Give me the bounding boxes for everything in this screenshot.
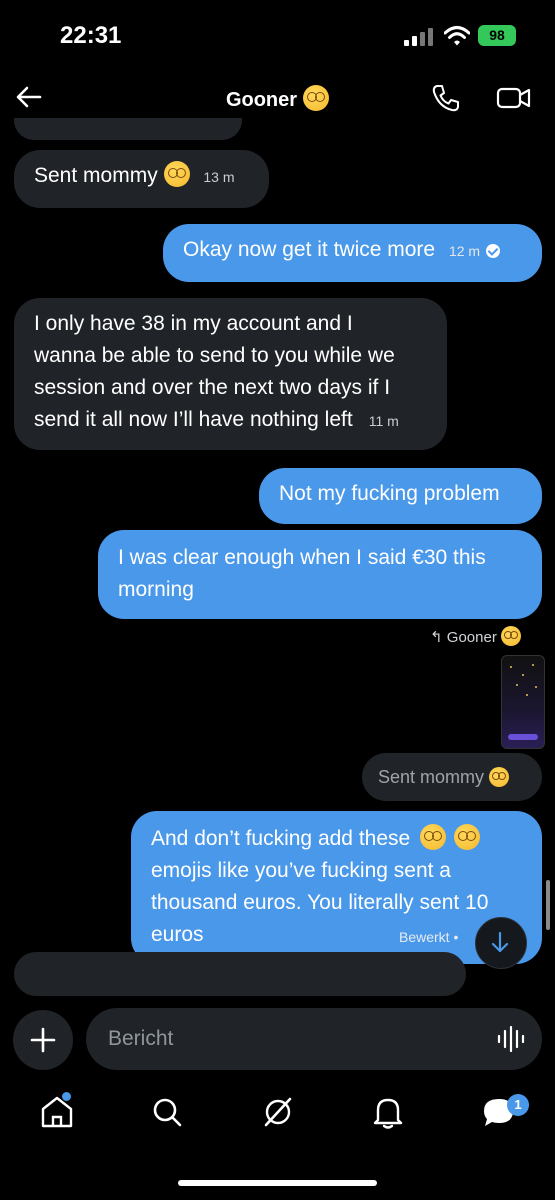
battery-icon: 98: [478, 25, 516, 46]
plus-icon: [30, 1027, 56, 1053]
message-text: Sent mommy: [34, 164, 158, 187]
dizzy-face-emoji-icon: [501, 626, 521, 646]
arrow-down-icon: [491, 931, 509, 953]
cellular-signal-icon: [404, 28, 434, 46]
message-incoming[interactable]: Sent mommy 13 m: [14, 150, 269, 208]
media-thumbnail[interactable]: [501, 655, 545, 749]
contact-name: Gooner: [225, 89, 298, 111]
message-timestamp: 11 m: [368, 413, 399, 429]
home-indicator[interactable]: [178, 1180, 377, 1186]
bell-icon[interactable]: [368, 1092, 408, 1132]
reply-arrow-icon: ↰: [430, 629, 443, 646]
home-icon[interactable]: [37, 1092, 77, 1132]
message-line: euros: [151, 923, 204, 946]
grok-icon[interactable]: [258, 1092, 298, 1132]
messages-badge: 1: [507, 1094, 529, 1116]
voice-message-icon[interactable]: [496, 1025, 526, 1053]
scroll-to-bottom-button[interactable]: [475, 917, 527, 969]
search-icon[interactable]: [147, 1092, 187, 1132]
edited-label: Bewerkt •: [399, 929, 459, 945]
message-incoming[interactable]: Sent mommy: [362, 753, 542, 801]
status-time: 22:31: [60, 22, 122, 49]
message-incoming-partial: [14, 952, 466, 996]
message-line: I was clear enough when I said €30 this: [118, 546, 486, 569]
message-line: morning: [118, 578, 194, 601]
dizzy-face-emoji-icon: [163, 161, 190, 187]
message-outgoing[interactable]: Okay now get it twice more 12 m: [163, 224, 542, 282]
previous-message-edge: [14, 118, 242, 140]
message-input-placeholder: Bericht: [108, 1027, 174, 1050]
add-attachment-button[interactable]: [13, 1010, 73, 1070]
message-outgoing[interactable]: I was clear enough when I said €30 this …: [98, 530, 542, 619]
message-line: emojis like you’ve fucking sent a: [151, 859, 451, 882]
scroll-indicator[interactable]: [546, 880, 550, 930]
message-line: send it all now I’ll have nothing left: [34, 408, 353, 431]
battery-level: 98: [489, 27, 505, 43]
video-call-icon[interactable]: [496, 83, 532, 113]
notification-dot: [62, 1092, 71, 1101]
message-text: Okay now get it twice more: [183, 238, 436, 261]
message-text: Not my fucking problem: [279, 482, 500, 505]
reply-author: Gooner: [446, 629, 497, 646]
message-incoming[interactable]: I only have 38 in my account and I wanna…: [14, 298, 447, 450]
conversation-title[interactable]: Gooner: [0, 85, 555, 112]
message-outgoing[interactable]: Not my fucking problem: [259, 468, 542, 524]
message-line: I only have 38 in my account and I: [34, 312, 353, 335]
message-input[interactable]: Bericht: [86, 1008, 542, 1070]
message-timestamp: 12 m: [448, 243, 481, 259]
message-line: thousand euros. You literally sent 10: [151, 891, 489, 914]
dizzy-face-emoji-icon: [303, 85, 330, 111]
dizzy-face-emoji-icon: [453, 824, 480, 850]
dizzy-face-emoji-icon: [489, 767, 510, 787]
wifi-icon: [444, 26, 470, 46]
reply-reference[interactable]: ↰ Gooner: [430, 626, 521, 646]
message-line: And don’t fucking add these: [151, 827, 411, 850]
dizzy-face-emoji-icon: [420, 824, 447, 850]
message-text: Sent mommy: [378, 767, 485, 787]
message-line: session and over the next two days if I: [34, 376, 391, 399]
message-line: wanna be able to send to you while we: [34, 344, 395, 367]
message-timestamp: 13 m: [203, 169, 235, 185]
phone-call-icon[interactable]: [430, 82, 462, 114]
read-check-icon: [486, 244, 501, 258]
